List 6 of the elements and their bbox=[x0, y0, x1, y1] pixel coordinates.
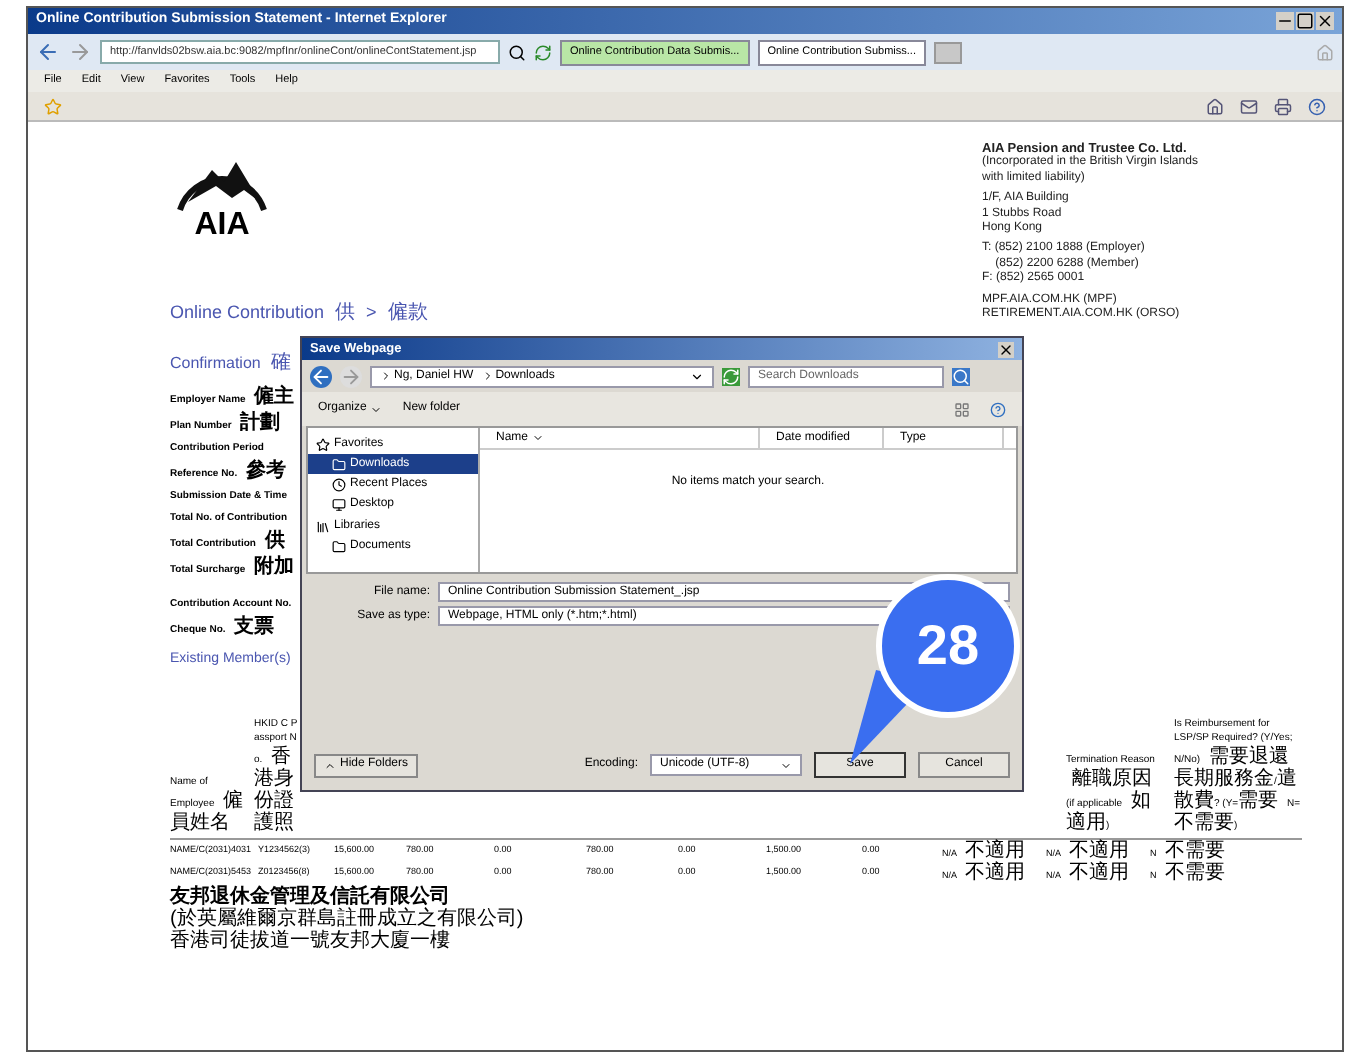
logo-text: AIA bbox=[194, 210, 250, 242]
page-heading: Online Contribution 供 > 僱款 bbox=[170, 302, 428, 324]
company-chinese-address: (於英屬維爾京群島註冊成立之有限公司) bbox=[170, 907, 526, 929]
page-subheading: Confirmation 確 bbox=[170, 352, 294, 374]
company-chinese-address: 香港司徒拔道一號友邦大廈一樓 bbox=[170, 929, 452, 951]
company-chinese-address: 友邦退休金管理及信託有限公司 bbox=[170, 885, 452, 907]
